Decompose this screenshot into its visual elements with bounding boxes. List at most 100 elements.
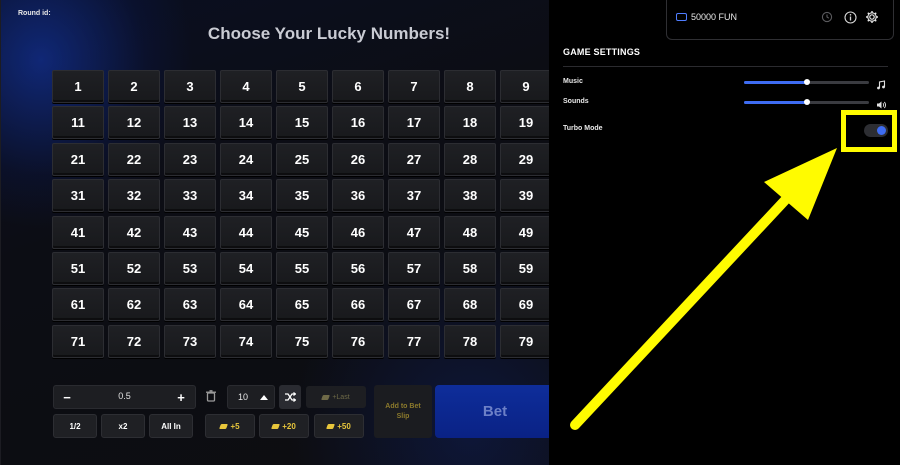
number-cell-64[interactable]: 64: [220, 288, 272, 322]
number-cell-13[interactable]: 13: [164, 106, 216, 140]
number-cell-52[interactable]: 52: [108, 251, 160, 285]
number-cell-14[interactable]: 14: [220, 106, 272, 140]
number-cell-73[interactable]: 73: [164, 324, 216, 358]
plus-last-button[interactable]: +Last: [306, 386, 366, 408]
number-cell-55[interactable]: 55: [276, 251, 328, 285]
settings-panel: [549, 0, 900, 465]
number-cell-2[interactable]: 2: [108, 70, 160, 103]
number-cell-4[interactable]: 4: [220, 70, 272, 103]
number-cell-28[interactable]: 28: [444, 142, 496, 176]
gear-icon[interactable]: [865, 10, 879, 24]
number-cell-71[interactable]: 71: [52, 324, 104, 358]
music-slider-fill: [744, 81, 807, 84]
quick-pick-count-value: 10: [238, 392, 249, 402]
number-cell-76[interactable]: 76: [332, 324, 384, 358]
divider: [563, 66, 888, 67]
number-cell-63[interactable]: 63: [164, 288, 216, 322]
number-cell-68[interactable]: 68: [444, 288, 496, 322]
add-20-button[interactable]: +20: [259, 414, 309, 438]
number-cell-19[interactable]: 19: [500, 106, 552, 140]
number-cell-45[interactable]: 45: [276, 215, 328, 249]
number-cell-34[interactable]: 34: [220, 179, 272, 213]
number-cell-23[interactable]: 23: [164, 142, 216, 176]
number-cell-38[interactable]: 38: [444, 179, 496, 213]
chevron-up-icon[interactable]: [260, 395, 268, 400]
number-cell-35[interactable]: 35: [276, 179, 328, 213]
number-cell-26[interactable]: 26: [332, 142, 384, 176]
number-cell-22[interactable]: 22: [108, 142, 160, 176]
add-to-bet-slip-button[interactable]: Add to Bet Slip: [374, 385, 432, 438]
number-cell-72[interactable]: 72: [108, 324, 160, 358]
sounds-slider[interactable]: [744, 99, 869, 105]
number-cell-75[interactable]: 75: [276, 324, 328, 358]
number-cell-57[interactable]: 57: [388, 251, 440, 285]
number-cell-43[interactable]: 43: [164, 215, 216, 249]
quick-pick-count[interactable]: 10: [227, 385, 275, 409]
number-cell-18[interactable]: 18: [444, 106, 496, 140]
stake-plus-button[interactable]: +: [173, 389, 189, 405]
half-stake-button[interactable]: 1/2: [53, 414, 97, 438]
add-5-button[interactable]: +5: [205, 414, 255, 438]
number-cell-37[interactable]: 37: [388, 179, 440, 213]
number-cell-1[interactable]: 1: [52, 70, 104, 103]
history-icon[interactable]: [820, 10, 834, 24]
number-cell-53[interactable]: 53: [164, 251, 216, 285]
bet-button[interactable]: Bet: [435, 385, 555, 438]
number-cell-69[interactable]: 69: [500, 288, 552, 322]
number-cell-56[interactable]: 56: [332, 251, 384, 285]
add-50-button[interactable]: +50: [314, 414, 364, 438]
number-cell-48[interactable]: 48: [444, 215, 496, 249]
number-cell-3[interactable]: 3: [164, 70, 216, 103]
info-icon[interactable]: [843, 10, 857, 24]
number-cell-32[interactable]: 32: [108, 179, 160, 213]
chip-icon: [326, 423, 336, 429]
number-cell-62[interactable]: 62: [108, 288, 160, 322]
number-cell-46[interactable]: 46: [332, 215, 384, 249]
number-cell-65[interactable]: 65: [276, 288, 328, 322]
music-slider-handle[interactable]: [803, 79, 810, 85]
shuffle-button[interactable]: [279, 385, 301, 409]
number-cell-59[interactable]: 59: [500, 251, 552, 285]
balance-display: 50000 FUN: [691, 12, 738, 22]
number-cell-27[interactable]: 27: [388, 142, 440, 176]
number-cell-77[interactable]: 77: [388, 324, 440, 358]
number-cell-25[interactable]: 25: [276, 142, 328, 176]
number-cell-79[interactable]: 79: [500, 324, 552, 358]
add-5-label: +5: [230, 421, 240, 431]
number-cell-47[interactable]: 47: [388, 215, 440, 249]
number-cell-8[interactable]: 8: [444, 70, 496, 103]
number-cell-29[interactable]: 29: [500, 142, 552, 176]
number-cell-49[interactable]: 49: [500, 215, 552, 249]
number-cell-61[interactable]: 61: [52, 288, 104, 322]
number-cell-15[interactable]: 15: [276, 106, 328, 140]
number-cell-9[interactable]: 9: [500, 70, 552, 103]
number-cell-66[interactable]: 66: [332, 288, 384, 322]
number-cell-54[interactable]: 54: [220, 251, 272, 285]
number-cell-33[interactable]: 33: [164, 179, 216, 213]
number-cell-6[interactable]: 6: [332, 70, 384, 103]
number-cell-67[interactable]: 67: [388, 288, 440, 322]
number-cell-58[interactable]: 58: [444, 251, 496, 285]
double-stake-button[interactable]: x2: [101, 414, 145, 438]
sounds-slider-handle[interactable]: [803, 99, 810, 105]
number-cell-5[interactable]: 5: [276, 70, 328, 103]
number-cell-78[interactable]: 78: [444, 324, 496, 358]
number-cell-11[interactable]: 11: [52, 106, 104, 140]
all-in-button[interactable]: All In: [149, 414, 193, 438]
trash-icon[interactable]: [204, 389, 218, 403]
number-cell-16[interactable]: 16: [332, 106, 384, 140]
number-cell-12[interactable]: 12: [108, 106, 160, 140]
number-cell-51[interactable]: 51: [52, 251, 104, 285]
number-cell-41[interactable]: 41: [52, 215, 104, 249]
number-cell-74[interactable]: 74: [220, 324, 272, 358]
number-cell-44[interactable]: 44: [220, 215, 272, 249]
number-cell-17[interactable]: 17: [388, 106, 440, 140]
music-slider[interactable]: [744, 79, 869, 85]
number-cell-21[interactable]: 21: [52, 142, 104, 176]
number-cell-36[interactable]: 36: [332, 179, 384, 213]
number-cell-31[interactable]: 31: [52, 179, 104, 213]
number-cell-7[interactable]: 7: [388, 70, 440, 103]
number-cell-42[interactable]: 42: [108, 215, 160, 249]
number-cell-39[interactable]: 39: [500, 179, 552, 213]
number-cell-24[interactable]: 24: [220, 142, 272, 176]
